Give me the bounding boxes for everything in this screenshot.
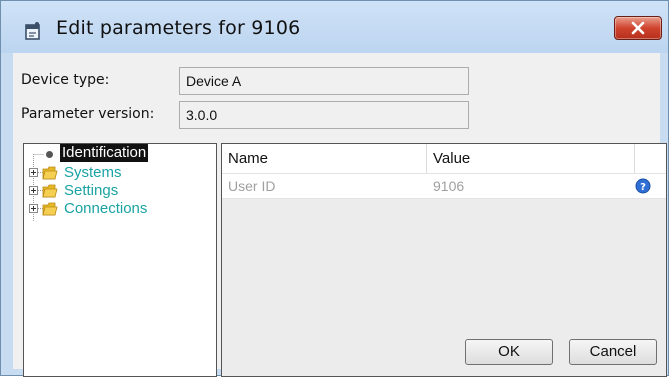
parameter-version-label: Parameter version: (21, 106, 155, 122)
expand-icon[interactable] (29, 186, 38, 195)
device-type-field: Device A (179, 67, 469, 95)
table-row[interactable]: User ID 9106 ? (222, 174, 666, 199)
svg-text:?: ? (640, 182, 646, 193)
tree-item-label: Identification (60, 144, 149, 162)
tree-item-settings[interactable]: Settings (24, 182, 214, 200)
parameter-tree[interactable]: Identification Systems Settings Connecti… (23, 143, 217, 377)
help-icon[interactable]: ? (635, 178, 651, 194)
close-button[interactable] (614, 16, 662, 40)
close-icon (631, 21, 645, 35)
column-header-value[interactable]: Value (427, 144, 635, 173)
tree-item-connections[interactable]: Connections (24, 200, 214, 218)
expand-icon[interactable] (29, 168, 38, 177)
cancel-button[interactable]: Cancel (569, 339, 657, 365)
leaf-bullet-icon (46, 151, 53, 158)
parameter-version-field: 3.0.0 (179, 101, 469, 129)
table-header: Name Value (222, 144, 666, 174)
folder-icon (42, 202, 58, 216)
tree-item-label: Connections (64, 200, 148, 217)
title-bar[interactable]: Edit parameters for 9106 (1, 1, 668, 53)
tree-item-label: Settings (64, 182, 119, 199)
dialog-content: Device type: Device A Parameter version:… (13, 53, 667, 377)
window-title: Edit parameters for 9106 (56, 17, 301, 39)
folder-icon (42, 184, 58, 198)
dialog-icon (23, 21, 43, 41)
cell-name: User ID (228, 178, 276, 194)
expand-icon[interactable] (29, 204, 38, 213)
device-type-label: Device type: (21, 72, 110, 88)
ok-button[interactable]: OK (465, 339, 553, 365)
tree-item-systems[interactable]: Systems (24, 164, 214, 182)
folder-icon (42, 166, 58, 180)
column-header-name[interactable]: Name (222, 144, 427, 173)
cell-value[interactable]: 9106 (427, 174, 635, 198)
dialog-window: Edit parameters for 9106 Device type: De… (0, 0, 669, 377)
tree-item-identification[interactable]: Identification (24, 144, 214, 164)
tree-item-label: Systems (64, 164, 122, 181)
